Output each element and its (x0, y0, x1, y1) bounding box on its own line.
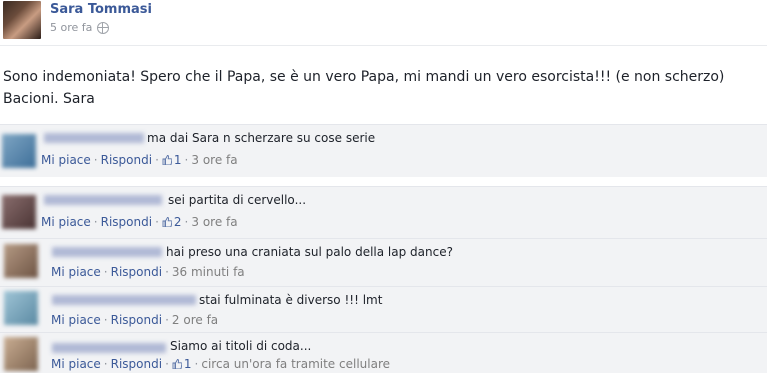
comment-item: Siamo ai titoli di coda... Mi piace · Risp… (0, 332, 767, 373)
comment-text: ma dai Sara n scherzare su cose serie (147, 131, 376, 145)
divider (0, 45, 767, 46)
commenter-name[interactable] (52, 295, 196, 305)
commenter-avatar[interactable] (2, 195, 36, 229)
reply-link[interactable]: Rispondi (111, 265, 162, 279)
commenter-avatar[interactable] (4, 291, 38, 325)
comment-text: stai fulminata è diverso !!! lmt (199, 293, 383, 307)
comment-item: ma dai Sara n scherzare su cose serie Mi… (0, 124, 767, 177)
comment-time[interactable]: 36 minuti fa (172, 265, 245, 279)
like-count[interactable]: 1 (174, 153, 182, 167)
commenter-name[interactable] (52, 247, 162, 257)
post-time[interactable]: 5 ore fa (50, 21, 92, 34)
commenter-name[interactable] (44, 133, 144, 143)
like-link[interactable]: Mi piace (51, 265, 101, 279)
reply-link[interactable]: Rispondi (111, 313, 162, 327)
post-meta: 5 ore fa (50, 21, 110, 34)
comment-item: stai fulminata è diverso !!! lmt Mi piac… (0, 286, 767, 333)
author-name[interactable]: Sara Tommasi (50, 2, 152, 17)
comment-text: hai preso una craniata sul palo della la… (166, 245, 453, 259)
like-link[interactable]: Mi piace (41, 153, 91, 167)
comment-actions: Mi piace · Rispondi · 1 · 3 ore fa (41, 153, 238, 167)
like-link[interactable]: Mi piace (51, 313, 101, 327)
like-count[interactable]: 2 (174, 215, 182, 229)
comment-actions: Mi piace · Rispondi · 36 minuti fa (51, 265, 245, 279)
commenter-name[interactable] (44, 195, 162, 205)
post-text: Sono indemoniata! Spero che il Papa, se … (3, 69, 725, 107)
comment-time[interactable]: 2 ore fa (172, 313, 218, 327)
thumbs-up-icon (162, 217, 172, 227)
comment-item: hai preso una craniata sul palo della la… (0, 238, 767, 287)
like-link[interactable]: Mi piace (41, 215, 91, 229)
comment-text: Siamo ai titoli di coda... (170, 339, 312, 353)
thumbs-up-icon (172, 359, 182, 369)
comment-actions: Mi piace · Rispondi · 2 ore fa (51, 313, 219, 327)
commenter-name[interactable] (52, 343, 166, 353)
comment-actions: Mi piace · Rispondi · 2 · 3 ore fa (41, 215, 238, 229)
globe-icon[interactable] (97, 21, 110, 34)
commenter-avatar[interactable] (4, 244, 38, 278)
reply-link[interactable]: Rispondi (101, 215, 152, 229)
thumbs-up-icon (162, 155, 172, 165)
reply-link[interactable]: Rispondi (101, 153, 152, 167)
comment-time[interactable]: 3 ore fa (191, 153, 237, 167)
comment-item: sei partita di cervello... Mi piace · Risp… (0, 186, 767, 239)
comment-text: sei partita di cervello... (168, 193, 307, 207)
commenter-avatar[interactable] (2, 134, 36, 168)
author-avatar[interactable] (3, 1, 41, 39)
post-header: Sara Tommasi 5 ore fa (0, 0, 767, 46)
comment-time[interactable]: 3 ore fa (191, 215, 237, 229)
commenter-avatar[interactable] (4, 337, 38, 371)
